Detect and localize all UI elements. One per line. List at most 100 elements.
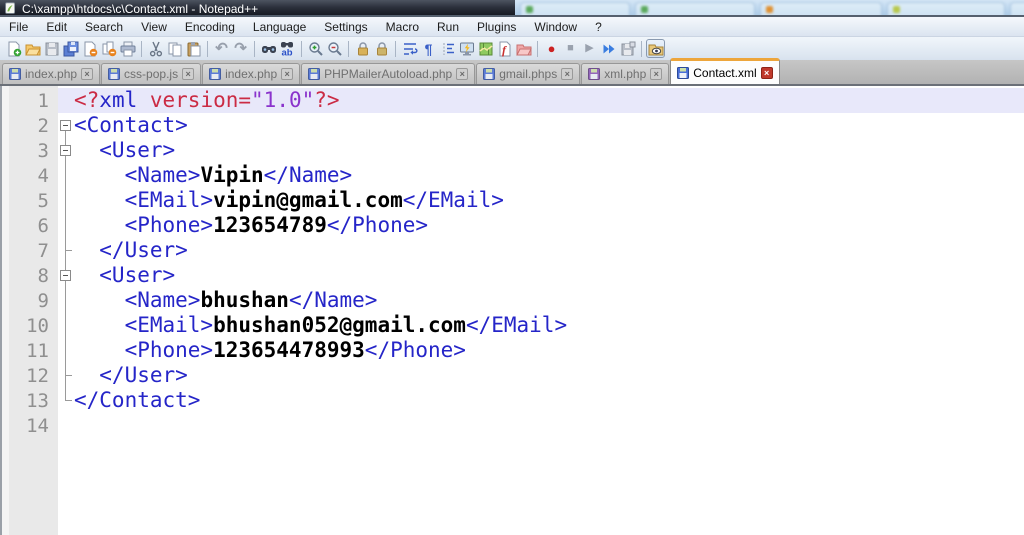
token-tag: <Contact> xyxy=(74,113,188,137)
fold-margin xyxy=(58,288,74,313)
show-indent-guide-icon[interactable] xyxy=(438,39,457,58)
macro-run-multiple-icon[interactable] xyxy=(599,39,618,58)
sync-horizontal-scroll-icon[interactable] xyxy=(372,39,391,58)
tab-index-php[interactable]: index.php × xyxy=(202,63,301,84)
notepadpp-window: C:\xampp\htdocs\c\Contact.xml - Notepad+… xyxy=(0,0,1024,535)
code-text[interactable]: <EMail>vipin@gmail.com</EMail> xyxy=(74,188,1024,213)
save-all-icon[interactable] xyxy=(61,39,80,58)
code-text[interactable]: <EMail>bhushan052@gmail.com</EMail> xyxy=(74,313,1024,338)
menu-item-macro[interactable]: Macro xyxy=(377,17,428,36)
tab-close-icon[interactable]: × xyxy=(456,68,469,80)
token-tag: </EMail> xyxy=(402,188,504,212)
copy-icon[interactable] xyxy=(165,39,184,58)
tab-css-pop-js[interactable]: css-pop.js × xyxy=(101,63,202,84)
code-text[interactable]: </User> xyxy=(74,238,1024,263)
token-tag: </Name> xyxy=(288,288,378,312)
tab-phpmailerautoload-php[interactable]: PHPMailerAutoload.php × xyxy=(301,63,476,84)
sync-vertical-scroll-icon[interactable] xyxy=(353,39,372,58)
macro-play-icon[interactable]: ▶ xyxy=(580,39,599,58)
saved-file-icon xyxy=(677,66,690,79)
save-icon[interactable] xyxy=(42,39,61,58)
user-defined-language-icon[interactable] xyxy=(457,39,476,58)
folder-as-workspace-icon[interactable] xyxy=(514,39,533,58)
open-folder-icon[interactable] xyxy=(23,39,42,58)
menu-item-run[interactable]: Run xyxy=(428,17,468,36)
editor[interactable]: 1 <?xml version="1.0"?> 2 <Contact> 3 <User>… xyxy=(0,86,1024,535)
code-text[interactable]: <Phone>123654789</Phone> xyxy=(74,213,1024,238)
background-ghost-icon xyxy=(893,6,900,13)
code-text[interactable]: <Name>Vipin</Name> xyxy=(74,163,1024,188)
line-number: 12 xyxy=(26,364,49,387)
fold-line xyxy=(65,213,66,238)
toolbar-separator xyxy=(301,40,302,57)
zoom-in-icon[interactable] xyxy=(306,39,325,58)
show-all-characters-icon[interactable]: ¶ xyxy=(419,39,438,58)
menu-item-plugins[interactable]: Plugins xyxy=(468,17,525,36)
tab-close-icon[interactable]: × xyxy=(760,66,773,79)
replace-icon[interactable]: ab xyxy=(278,39,297,58)
menu-item-file[interactable]: File xyxy=(0,17,37,36)
tab-contact-xml[interactable]: Contact.xml × xyxy=(670,58,780,84)
line-number: 1 xyxy=(37,89,49,112)
editor-line-1: 1 <?xml version="1.0"?> xyxy=(2,88,1024,113)
monitoring-icon[interactable] xyxy=(646,39,665,58)
undo-icon[interactable]: ↶ xyxy=(212,39,231,58)
redo-icon[interactable]: ↷ xyxy=(231,39,250,58)
tab-close-icon[interactable]: × xyxy=(650,68,663,80)
code-text[interactable]: <User> xyxy=(74,263,1024,288)
fold-margin xyxy=(58,338,74,363)
fold-margin xyxy=(58,213,74,238)
token-tag: <EMail> xyxy=(74,313,214,337)
code-text[interactable]: </Contact> xyxy=(74,388,1024,413)
code-text[interactable]: <Phone>123654478993</Phone> xyxy=(74,338,1024,363)
document-map-icon[interactable] xyxy=(476,39,495,58)
fold-collapse-icon[interactable] xyxy=(60,270,71,281)
new-file-icon[interactable] xyxy=(4,39,23,58)
menu-item-search[interactable]: Search xyxy=(76,17,132,36)
tab-gmail-phps[interactable]: gmail.phps × xyxy=(476,63,581,84)
fold-collapse-icon[interactable] xyxy=(60,145,71,156)
tab-label: PHPMailerAutoload.php xyxy=(324,67,453,81)
close-all-files-icon[interactable] xyxy=(99,39,118,58)
tab-close-icon[interactable]: × xyxy=(81,68,94,80)
macro-save-icon[interactable] xyxy=(618,39,637,58)
tab-close-icon[interactable]: × xyxy=(281,68,294,80)
paste-icon[interactable] xyxy=(184,39,203,58)
fold-collapse-icon[interactable] xyxy=(60,120,71,131)
tab-close-icon[interactable]: × xyxy=(182,68,195,80)
menu-item-language[interactable]: Language xyxy=(244,17,315,36)
code-text[interactable]: </User> xyxy=(74,363,1024,388)
svg-text:ab: ab xyxy=(281,47,292,57)
macro-stop-icon[interactable]: ■ xyxy=(561,39,580,58)
line-number: 4 xyxy=(37,164,49,187)
menu-item-view[interactable]: View xyxy=(132,17,176,36)
tab-label: gmail.phps xyxy=(499,67,558,81)
menu-item-settings[interactable]: Settings xyxy=(315,17,376,36)
function-list-icon[interactable]: f xyxy=(495,39,514,58)
tab-index-php[interactable]: index.php × xyxy=(2,63,101,84)
saved-file-icon xyxy=(209,68,222,80)
find-icon[interactable] xyxy=(259,39,278,58)
macro-record-icon[interactable]: ● xyxy=(542,39,561,58)
editor-line-6: 6 <Phone>123654789</Phone> xyxy=(2,213,1024,238)
saved-file-icon xyxy=(588,68,601,80)
code-text[interactable]: <User> xyxy=(74,138,1024,163)
toolbar-separator xyxy=(395,40,396,57)
tab-close-icon[interactable]: × xyxy=(561,68,574,80)
close-file-icon[interactable] xyxy=(80,39,99,58)
menu-item-edit[interactable]: Edit xyxy=(37,17,76,36)
code-text[interactable]: <Name>bhushan</Name> xyxy=(74,288,1024,313)
tab-xml-php[interactable]: xml.php × xyxy=(581,63,670,84)
cut-icon[interactable] xyxy=(146,39,165,58)
menu-item-window[interactable]: Window xyxy=(525,17,586,36)
code-text[interactable]: <?xml version="1.0"?> xyxy=(74,88,1024,113)
token-text: 123654478993 xyxy=(213,338,365,362)
tab-label: css-pop.js xyxy=(124,67,179,81)
menu-item-encoding[interactable]: Encoding xyxy=(176,17,244,36)
word-wrap-icon[interactable] xyxy=(400,39,419,58)
code-text[interactable]: <Contact> xyxy=(74,113,1024,138)
print-icon[interactable] xyxy=(118,39,137,58)
menu-item-[interactable]: ? xyxy=(586,17,611,36)
zoom-out-icon[interactable] xyxy=(325,39,344,58)
token-tag: xml xyxy=(99,88,138,112)
